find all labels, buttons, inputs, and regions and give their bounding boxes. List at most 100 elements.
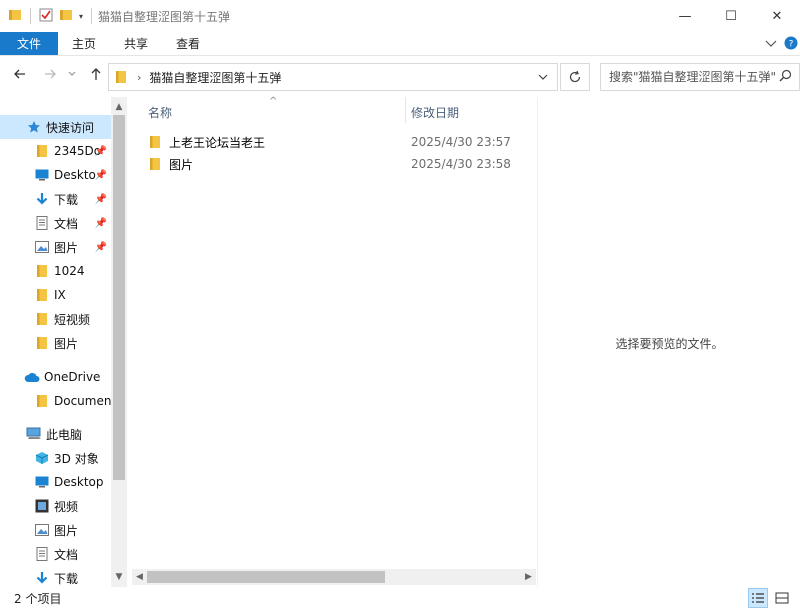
tab-view[interactable]: 查看: [162, 32, 214, 55]
tab-home[interactable]: 主页: [58, 32, 110, 55]
help-icon[interactable]: ?: [784, 36, 798, 53]
folder-icon: [149, 135, 161, 149]
sidebar-item-desktop[interactable]: Deskto 📌: [0, 163, 111, 187]
large-icons-view-icon: [775, 592, 789, 604]
sidebar-item-videos[interactable]: 视频: [0, 494, 111, 518]
table-row[interactable]: 上老王论坛当老王 2025/4/30 23:57: [139, 131, 529, 153]
forward-button[interactable]: [38, 67, 62, 81]
scrollbar-thumb[interactable]: [113, 115, 125, 480]
address-row: › 猫猫自整理涩图第十五弹: [0, 57, 800, 97]
title-bar: ▾ 猫猫自整理涩图第十五弹 — ☐ ✕: [0, 0, 800, 32]
tab-share[interactable]: 共享: [110, 32, 162, 55]
file-date: 2025/4/30 23:58: [411, 157, 511, 171]
large-icons-view-button[interactable]: [772, 588, 792, 608]
folder-icon: [34, 287, 50, 303]
sidebar-item-pc-pictures[interactable]: 图片: [0, 518, 111, 542]
sidebar-item-label: 短视频: [54, 312, 91, 327]
up-button[interactable]: [84, 67, 108, 81]
expand-ribbon-icon[interactable]: [764, 36, 778, 53]
sidebar-item-pc-desktop[interactable]: Desktop: [0, 470, 111, 494]
refresh-button[interactable]: [560, 63, 590, 91]
folder-icon: [149, 157, 161, 171]
folder-icon: [34, 335, 50, 351]
pin-icon: 📌: [94, 217, 107, 229]
sidebar-item-pc-downloads[interactable]: 下载: [0, 566, 111, 587]
sidebar-item-2345do[interactable]: 2345Do 📌: [0, 139, 111, 163]
sidebar-item-label: 视频: [54, 499, 79, 514]
sidebar-item-short-videos[interactable]: 短视频: [0, 307, 111, 331]
breadcrumb-separator-icon[interactable]: ›: [137, 71, 141, 84]
svg-text:?: ?: [789, 39, 794, 49]
file-date: 2025/4/30 23:57: [411, 135, 511, 149]
chevron-down-icon: [68, 71, 76, 76]
sidebar-item-onedrive-documents[interactable]: Documen: [0, 389, 111, 413]
back-button[interactable]: [8, 67, 32, 81]
column-date-modified[interactable]: 修改日期: [411, 104, 459, 121]
video-icon: [34, 498, 50, 514]
sidebar-item-ix[interactable]: IX: [0, 283, 111, 307]
window-controls: — ☐ ✕: [662, 0, 800, 32]
sidebar-item-pictures[interactable]: 图片 📌: [0, 235, 111, 259]
sidebar-item-documents[interactable]: 文档 📌: [0, 211, 111, 235]
sidebar-item-downloads[interactable]: 下载 📌: [0, 187, 111, 211]
sidebar-item-label: 下载: [54, 571, 79, 586]
close-icon: ✕: [771, 8, 783, 24]
sidebar-item-label: 快速访问: [46, 120, 95, 135]
customize-toolbar-icon[interactable]: ▾: [79, 12, 83, 21]
search-icon[interactable]: [779, 69, 792, 85]
ribbon-tabs: 文件 主页 共享 查看 ?: [0, 32, 800, 56]
sidebar-item-quick-access[interactable]: 快速访问: [0, 115, 111, 139]
new-folder-icon[interactable]: [59, 8, 73, 25]
sidebar-item-pictures-folder[interactable]: 图片: [0, 331, 111, 355]
sidebar-item-label: 1024: [54, 264, 85, 278]
breadcrumb-current[interactable]: 猫猫自整理涩图第十五弹: [149, 69, 281, 86]
computer-icon: [26, 426, 42, 442]
search-input[interactable]: [609, 70, 779, 84]
scrollbar-thumb[interactable]: [147, 571, 385, 583]
scroll-right-icon[interactable]: ▶: [521, 569, 536, 585]
recent-locations-button[interactable]: [60, 69, 84, 79]
sidebar-item-label: 此电脑: [46, 427, 83, 442]
table-row[interactable]: 图片 2025/4/30 23:58: [139, 153, 529, 175]
pin-icon: 📌: [94, 241, 107, 253]
scroll-up-icon[interactable]: ▲: [111, 99, 127, 115]
sidebar-item-label: 下载: [54, 192, 79, 207]
quick-access-toolbar: ▾: [0, 8, 94, 25]
sidebar-item-this-pc[interactable]: 此电脑: [0, 422, 111, 446]
scroll-down-icon[interactable]: ▼: [111, 569, 127, 585]
sidebar-item-label: 文档: [54, 216, 79, 231]
preview-empty-text: 选择要预览的文件。: [615, 337, 724, 351]
folder-icon: [8, 8, 22, 25]
address-bar[interactable]: › 猫猫自整理涩图第十五弹: [108, 63, 558, 91]
sidebar-item-pc-documents[interactable]: 文档: [0, 542, 111, 566]
toolbar-divider: [91, 8, 93, 24]
sidebar-item-1024[interactable]: 1024: [0, 259, 111, 283]
preview-pane: 选择要预览的文件。: [537, 97, 800, 587]
details-view-button[interactable]: [748, 588, 768, 608]
address-dropdown-button[interactable]: [529, 64, 557, 90]
sidebar-item-label: Desktop: [54, 475, 104, 489]
sidebar-item-label: Documen: [54, 394, 111, 408]
search-box[interactable]: [600, 63, 800, 91]
tab-file[interactable]: 文件: [0, 32, 58, 55]
sidebar-scrollbar[interactable]: ▲ ▼: [111, 97, 127, 587]
horizontal-scrollbar[interactable]: ◀ ▶: [132, 569, 536, 585]
star-icon: [26, 119, 42, 135]
sidebar-item-label: 文档: [54, 547, 79, 562]
column-name[interactable]: 名称: [148, 104, 172, 121]
minimize-icon: —: [678, 8, 692, 24]
3d-objects-icon: [34, 450, 50, 466]
column-divider[interactable]: [405, 97, 406, 123]
status-bar: 2 个项目: [0, 587, 800, 610]
file-name: 上老王论坛当老王: [169, 135, 266, 150]
close-button[interactable]: ✕: [754, 0, 800, 32]
chevron-down-icon: [538, 74, 548, 80]
sidebar-item-3d-objects[interactable]: 3D 对象: [0, 446, 111, 470]
properties-icon[interactable]: [39, 8, 53, 25]
scroll-left-icon[interactable]: ◀: [132, 569, 147, 585]
sidebar-item-label: 图片: [54, 336, 79, 351]
minimize-button[interactable]: —: [662, 0, 708, 32]
sidebar-item-label: 3D 对象: [54, 451, 99, 466]
sidebar-item-onedrive[interactable]: OneDrive: [0, 365, 111, 389]
maximize-button[interactable]: ☐: [708, 0, 754, 32]
